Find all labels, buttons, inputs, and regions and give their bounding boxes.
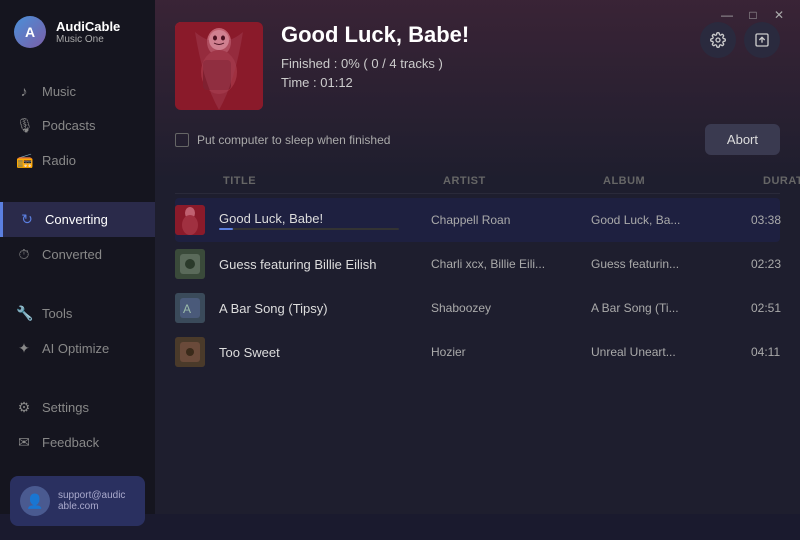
track-duration-2: 02:23 [751,257,800,271]
podcasts-icon: 🎙 [16,117,32,134]
col-artist: ARTIST [443,175,603,187]
abort-button[interactable]: Abort [705,124,780,155]
track-album-1: Good Luck, Ba... [591,213,751,227]
progress-bar-1 [219,228,399,230]
close-button[interactable]: ✕ [772,8,786,22]
track-time: Time : 01:12 [281,75,682,90]
minimize-button[interactable]: — [720,8,734,22]
sidebar-label-music: Music [42,84,76,99]
sidebar-item-feedback[interactable]: ✉ Feedback [0,425,155,460]
sidebar-label-tools: Tools [42,306,72,321]
track-album-2: Guess featurin... [591,257,751,271]
sidebar-label-ai: AI Optimize [42,341,109,356]
sleep-checkbox[interactable] [175,133,189,147]
sidebar-label-podcasts: Podcasts [42,118,95,133]
user-avatar: 👤 [20,486,50,516]
track-thumbnail-3: A [175,293,205,323]
main-content: — □ ✕ [155,0,800,514]
track-album-3: A Bar Song (Ti... [591,301,751,315]
title-bar: — □ ✕ [706,0,800,30]
track-duration-4: 04:11 [751,345,800,359]
user-card[interactable]: 👤 support@audicable.com [10,476,145,526]
table-row[interactable]: A A Bar Song (Tipsy) Shaboozey A Bar Son… [175,286,780,330]
sidebar-item-tools[interactable]: 🔧 Tools [0,296,155,331]
table-header: TITLE ARTIST ALBUM DURATION [175,169,780,194]
feedback-icon: ✉ [16,434,32,451]
sidebar-bottom: 👤 support@audicable.com [0,466,155,540]
track-thumbnail-2 [175,249,205,279]
sidebar-item-settings[interactable]: ⚙ Settings [0,390,155,425]
album-art [175,22,263,110]
track-title-cell-2: Guess featuring Billie Eilish [211,257,431,272]
album-art-visual [175,22,263,110]
track-album-4: Unreal Uneart... [591,345,751,359]
sidebar: A AudiCable Music One ♪ Music 🎙 Podcasts… [0,0,155,514]
sidebar-nav-misc: ⚙ Settings ✉ Feedback [0,384,155,466]
track-artist-4: Hozier [431,345,591,359]
track-title-cell-3: A Bar Song (Tipsy) [211,301,431,316]
sidebar-item-podcasts[interactable]: 🎙 Podcasts [0,108,155,143]
top-section: Good Luck, Babe! Finished : 0% ( 0 / 4 t… [155,0,800,124]
sleep-row: Put computer to sleep when finished Abor… [155,124,800,169]
track-artist-2: Charli xcx, Billie Eili... [431,257,591,271]
sleep-text: Put computer to sleep when finished [197,133,390,147]
track-duration-3: 02:51 [751,301,800,315]
converting-icon: ↻ [19,211,35,228]
track-title-cell-4: Too Sweet [211,345,431,360]
svg-text:A: A [183,302,191,316]
track-thumbnail-1 [175,205,205,235]
track-finished: Finished : 0% ( 0 / 4 tracks ) [281,56,682,71]
user-email: support@audicable.com [58,490,125,512]
sidebar-nav-convert: ↻ Converting ⏱ Converted [0,196,155,278]
track-artist-1: Chappell Roan [431,213,591,227]
track-info: Good Luck, Babe! Finished : 0% ( 0 / 4 t… [281,22,682,94]
sidebar-label-settings: Settings [42,400,89,415]
maximize-button[interactable]: □ [746,8,760,22]
app-subtitle: Music One [56,34,120,45]
sidebar-item-converted[interactable]: ⏱ Converted [0,237,155,272]
radio-icon: 📻 [16,152,32,169]
sidebar-label-radio: Radio [42,153,76,168]
settings-icon: ⚙ [16,399,32,416]
sidebar-logo: A AudiCable Music One [0,0,155,68]
table-row[interactable]: Guess featuring Billie Eilish Charli xcx… [175,242,780,286]
sidebar-item-ai-optimize[interactable]: ✦ AI Optimize [0,331,155,366]
track-title-cell-1: Good Luck, Babe! [211,211,431,230]
track-title: Good Luck, Babe! [281,22,682,48]
track-duration-1: 03:38 [751,213,800,227]
sidebar-nav-top: ♪ Music 🎙 Podcasts 📻 Radio [0,68,155,184]
sidebar-item-radio[interactable]: 📻 Radio [0,143,155,178]
sidebar-nav-tools: 🔧 Tools ✦ AI Optimize [0,290,155,372]
sidebar-label-feedback: Feedback [42,435,99,450]
sleep-label-container: Put computer to sleep when finished [175,133,390,147]
converted-icon: ⏱ [16,246,32,263]
col-duration: DURATION [763,175,800,187]
app-name: AudiCable [56,19,120,34]
sidebar-label-converting: Converting [45,212,108,227]
sidebar-item-music[interactable]: ♪ Music [0,74,155,108]
col-album: ALBUM [603,175,763,187]
col-title: TITLE [223,175,443,187]
table-row[interactable]: Good Luck, Babe! Chappell Roan Good Luck… [175,198,780,242]
track-artist-3: Shaboozey [431,301,591,315]
app-logo-text: AudiCable Music One [56,19,120,45]
ai-icon: ✦ [16,340,32,357]
sidebar-item-converting[interactable]: ↻ Converting [0,202,155,237]
music-icon: ♪ [16,83,32,99]
app-container: A AudiCable Music One ♪ Music 🎙 Podcasts… [0,0,800,514]
track-thumbnail-4 [175,337,205,367]
tools-icon: 🔧 [16,305,32,322]
table-row[interactable]: Too Sweet Hozier Unreal Uneart... 04:11 [175,330,780,374]
progress-fill-1 [219,228,233,230]
track-table: TITLE ARTIST ALBUM DURATION Good Luck, B… [155,169,800,514]
app-logo-icon: A [14,16,46,48]
sidebar-label-converted: Converted [42,247,102,262]
